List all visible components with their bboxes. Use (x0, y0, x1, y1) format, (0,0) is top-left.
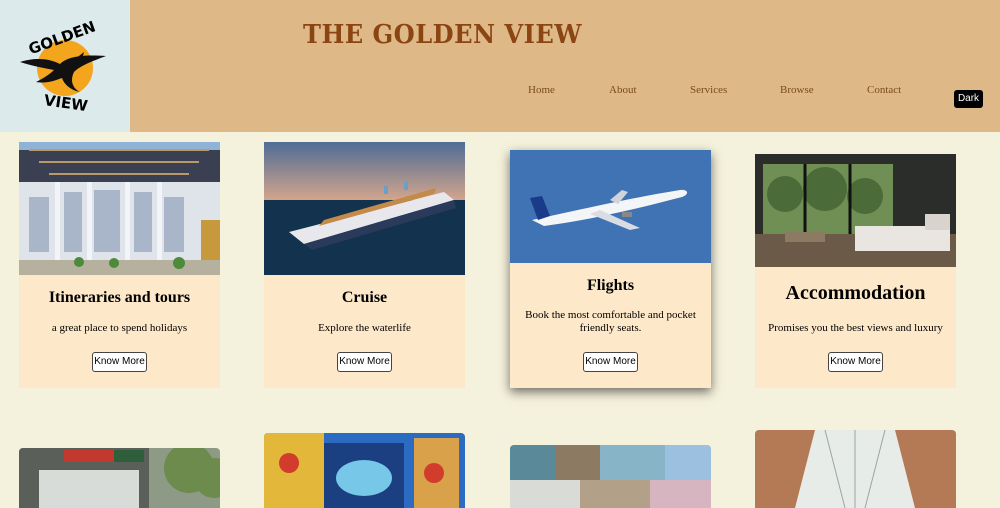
nav-browse[interactable]: Browse (780, 84, 814, 96)
art-photo (264, 433, 465, 508)
card-accommodation: Accommodation Promises you the best view… (755, 154, 956, 388)
site-title: THE GOLDEN VIEW (303, 20, 582, 50)
know-more-button[interactable]: Know More (337, 352, 392, 372)
card-description: a great place to spend holidays (51, 322, 188, 334)
itineraries-photo (19, 142, 220, 275)
know-more-button[interactable]: Know More (828, 352, 883, 372)
golden-view-logo-icon: GOLDEN VIEW (20, 17, 106, 115)
nav-about[interactable]: About (609, 84, 637, 96)
arcade-photo (755, 430, 956, 508)
nav-services[interactable]: Services (690, 84, 727, 96)
card-title: Itineraries and tours (48, 289, 191, 306)
logo[interactable]: GOLDEN VIEW (0, 0, 130, 132)
card-title: Flights (586, 277, 635, 294)
nav-contact[interactable]: Contact (867, 84, 901, 96)
site-header: GOLDEN VIEW THE GOLDEN VIEW Home About S… (0, 0, 1000, 132)
card-title: Accommodation (785, 282, 926, 304)
card-description: Book the most comfortable and pocket fri… (525, 309, 696, 334)
metro-photo (19, 448, 220, 508)
card-cruise: Cruise Explore the waterlife Know More (264, 142, 465, 388)
svg-text:VIEW: VIEW (43, 91, 90, 115)
dark-mode-button[interactable]: Dark (954, 90, 983, 108)
card-description: Promises you the best views and luxury (768, 322, 943, 334)
know-more-button[interactable]: Know More (583, 352, 638, 372)
flights-photo (510, 150, 711, 263)
accommodation-photo (755, 154, 956, 267)
nav-home[interactable]: Home (528, 84, 555, 96)
card-description: Explore the waterlife (318, 322, 411, 334)
card-title: Cruise (341, 289, 388, 306)
activities-collage-photo (510, 445, 711, 508)
card-flights: Flights Book the most comfortable and po… (510, 150, 711, 388)
card-itineraries: Itineraries and tours a great place to s… (19, 142, 220, 388)
cruise-photo (264, 142, 465, 275)
know-more-button[interactable]: Know More (92, 352, 147, 372)
